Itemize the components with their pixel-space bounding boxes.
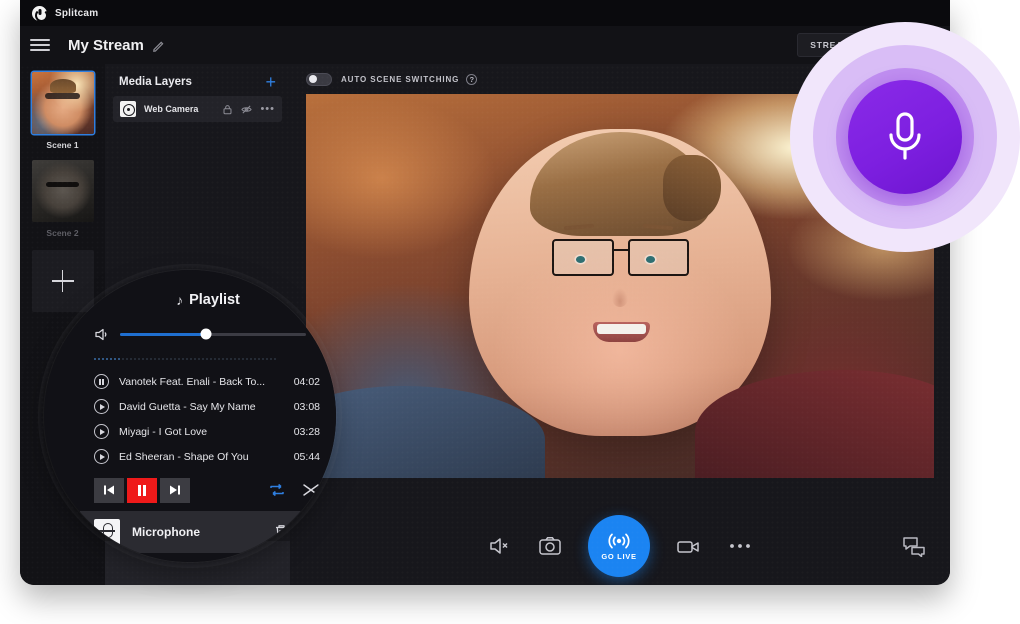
list-item[interactable]: Ed Sheeran - Shape Of You 05:44 bbox=[80, 444, 336, 469]
track-duration: 04:02 bbox=[294, 376, 320, 388]
scene-label: Scene 1 bbox=[46, 140, 78, 150]
auto-scene-switching-label: AUTO SCENE SWITCHING bbox=[341, 75, 459, 84]
scene-card-2[interactable]: Scene 2 bbox=[32, 160, 94, 244]
shuffle-icon[interactable] bbox=[302, 482, 320, 498]
auto-scene-switching-toggle[interactable] bbox=[306, 73, 332, 86]
go-live-button[interactable]: GO LIVE bbox=[588, 515, 650, 577]
skip-previous-icon[interactable] bbox=[94, 478, 124, 503]
webcam-icon bbox=[120, 101, 136, 117]
speaker-low-icon[interactable] bbox=[94, 327, 111, 342]
playlist-tracks: Vanotek Feat. Enali - Back To... 04:02 D… bbox=[80, 363, 336, 469]
page-root: Splitcam My Stream STREAM SETTINGS bbox=[0, 0, 1020, 624]
layer-item-web-camera[interactable]: Web Camera bbox=[113, 96, 282, 122]
hamburger-menu-icon[interactable] bbox=[30, 39, 62, 51]
track-duration: 03:08 bbox=[294, 401, 320, 413]
microphone-icon bbox=[94, 519, 120, 545]
more-dots-icon[interactable] bbox=[728, 542, 752, 550]
app-name-label: Splitcam bbox=[55, 8, 98, 19]
volume-slider[interactable] bbox=[120, 333, 306, 336]
video-preview[interactable] bbox=[306, 94, 934, 478]
page-title: My Stream bbox=[68, 37, 144, 54]
subject-glasses bbox=[552, 239, 689, 276]
stream-settings-dropdown[interactable]: STREAM SETTINGS bbox=[797, 33, 934, 57]
repeat-icon[interactable] bbox=[268, 482, 286, 498]
webcam-video-image bbox=[306, 94, 934, 478]
color-adjustment-label: COLOR ADJUSTMENT bbox=[834, 75, 934, 84]
subject-mouth bbox=[593, 322, 650, 342]
trash-icon[interactable] bbox=[273, 523, 290, 541]
microphone-level-slider[interactable] bbox=[80, 553, 336, 562]
play-circle-icon[interactable] bbox=[94, 449, 109, 464]
chevron-down-icon bbox=[913, 43, 921, 47]
scene-label: Scene 2 bbox=[46, 228, 78, 238]
playlist-transport-controls bbox=[80, 469, 336, 511]
playlist-panel-zoomed: ♪ Playlist bbox=[80, 270, 336, 562]
pause-circle-icon[interactable] bbox=[94, 374, 109, 389]
bottom-toolbar: GO LIVE bbox=[290, 507, 950, 585]
app-header: My Stream STREAM SETTINGS bbox=[20, 26, 950, 64]
title-bar: Splitcam bbox=[20, 0, 950, 26]
stream-settings-label: STREAM SETTINGS bbox=[810, 40, 903, 50]
color-adjustment-button[interactable]: COLOR ADJUSTMENT bbox=[815, 73, 934, 85]
scene-thumbnail bbox=[32, 160, 94, 222]
track-duration: 03:28 bbox=[294, 426, 320, 438]
more-dots-icon[interactable]: ••• bbox=[260, 106, 275, 112]
play-circle-icon[interactable] bbox=[94, 399, 109, 414]
play-circle-icon[interactable] bbox=[94, 424, 109, 439]
playlist-magnifier: ♪ Playlist bbox=[44, 270, 336, 562]
microphone-label: Microphone bbox=[132, 525, 200, 539]
list-item[interactable]: Vanotek Feat. Enali - Back To... 04:02 bbox=[80, 369, 336, 394]
layer-actions: ••• bbox=[222, 104, 275, 115]
track-name: David Guetta - Say My Name bbox=[119, 401, 284, 413]
playlist-title: Playlist bbox=[189, 292, 240, 308]
video-camera-icon[interactable] bbox=[676, 536, 702, 556]
eye-off-icon[interactable] bbox=[241, 104, 252, 115]
track-duration: 05:44 bbox=[294, 451, 320, 463]
music-note-icon: ♪ bbox=[176, 292, 183, 308]
brightness-sun-icon bbox=[815, 73, 827, 85]
chat-bubbles-icon[interactable] bbox=[902, 535, 926, 557]
speaker-mute-icon[interactable] bbox=[488, 535, 512, 557]
list-item[interactable]: David Guetta - Say My Name 03:08 bbox=[80, 394, 336, 419]
question-mark-icon[interactable]: ? bbox=[466, 74, 477, 85]
gear-icon[interactable] bbox=[304, 523, 322, 541]
scene-thumbnail bbox=[32, 72, 94, 134]
add-layer-button[interactable]: + bbox=[265, 76, 276, 88]
splitcam-logo-icon bbox=[32, 6, 47, 21]
pencil-edit-icon[interactable] bbox=[152, 39, 165, 52]
playlist-volume-row bbox=[80, 314, 336, 354]
playlist-header-zoomed: ♪ Playlist bbox=[80, 270, 336, 314]
skip-next-icon[interactable] bbox=[160, 478, 190, 503]
preview-panel: AUTO SCENE SWITCHING ? COLOR ADJUSTMENT bbox=[290, 64, 950, 585]
audio-level-meter bbox=[80, 354, 336, 363]
lock-icon[interactable] bbox=[222, 104, 233, 115]
list-item[interactable]: Miyagi - I Got Love 03:28 bbox=[80, 419, 336, 444]
video-preview-area bbox=[306, 94, 934, 507]
camera-icon[interactable] bbox=[538, 535, 562, 557]
subject-face bbox=[469, 129, 770, 436]
microphone-row[interactable]: Microphone bbox=[80, 511, 336, 553]
layer-name-label: Web Camera bbox=[144, 104, 198, 114]
track-name: Ed Sheeran - Shape Of You bbox=[119, 451, 284, 463]
volume-slider-handle[interactable] bbox=[200, 329, 211, 340]
subject-hair bbox=[530, 132, 711, 236]
media-layers-title: Media Layers bbox=[119, 76, 192, 88]
scene-card-1[interactable]: Scene 1 bbox=[32, 72, 94, 156]
track-name: Miyagi - I Got Love bbox=[119, 426, 284, 438]
go-live-label: GO LIVE bbox=[601, 552, 636, 561]
media-layers-header: Media Layers + bbox=[105, 64, 290, 96]
pause-button[interactable] bbox=[127, 478, 157, 503]
speaker-high-icon[interactable] bbox=[315, 327, 334, 342]
track-name: Vanotek Feat. Enali - Back To... bbox=[119, 376, 284, 388]
broadcast-icon bbox=[606, 531, 632, 549]
preview-toolbar: AUTO SCENE SWITCHING ? COLOR ADJUSTMENT bbox=[290, 64, 950, 94]
